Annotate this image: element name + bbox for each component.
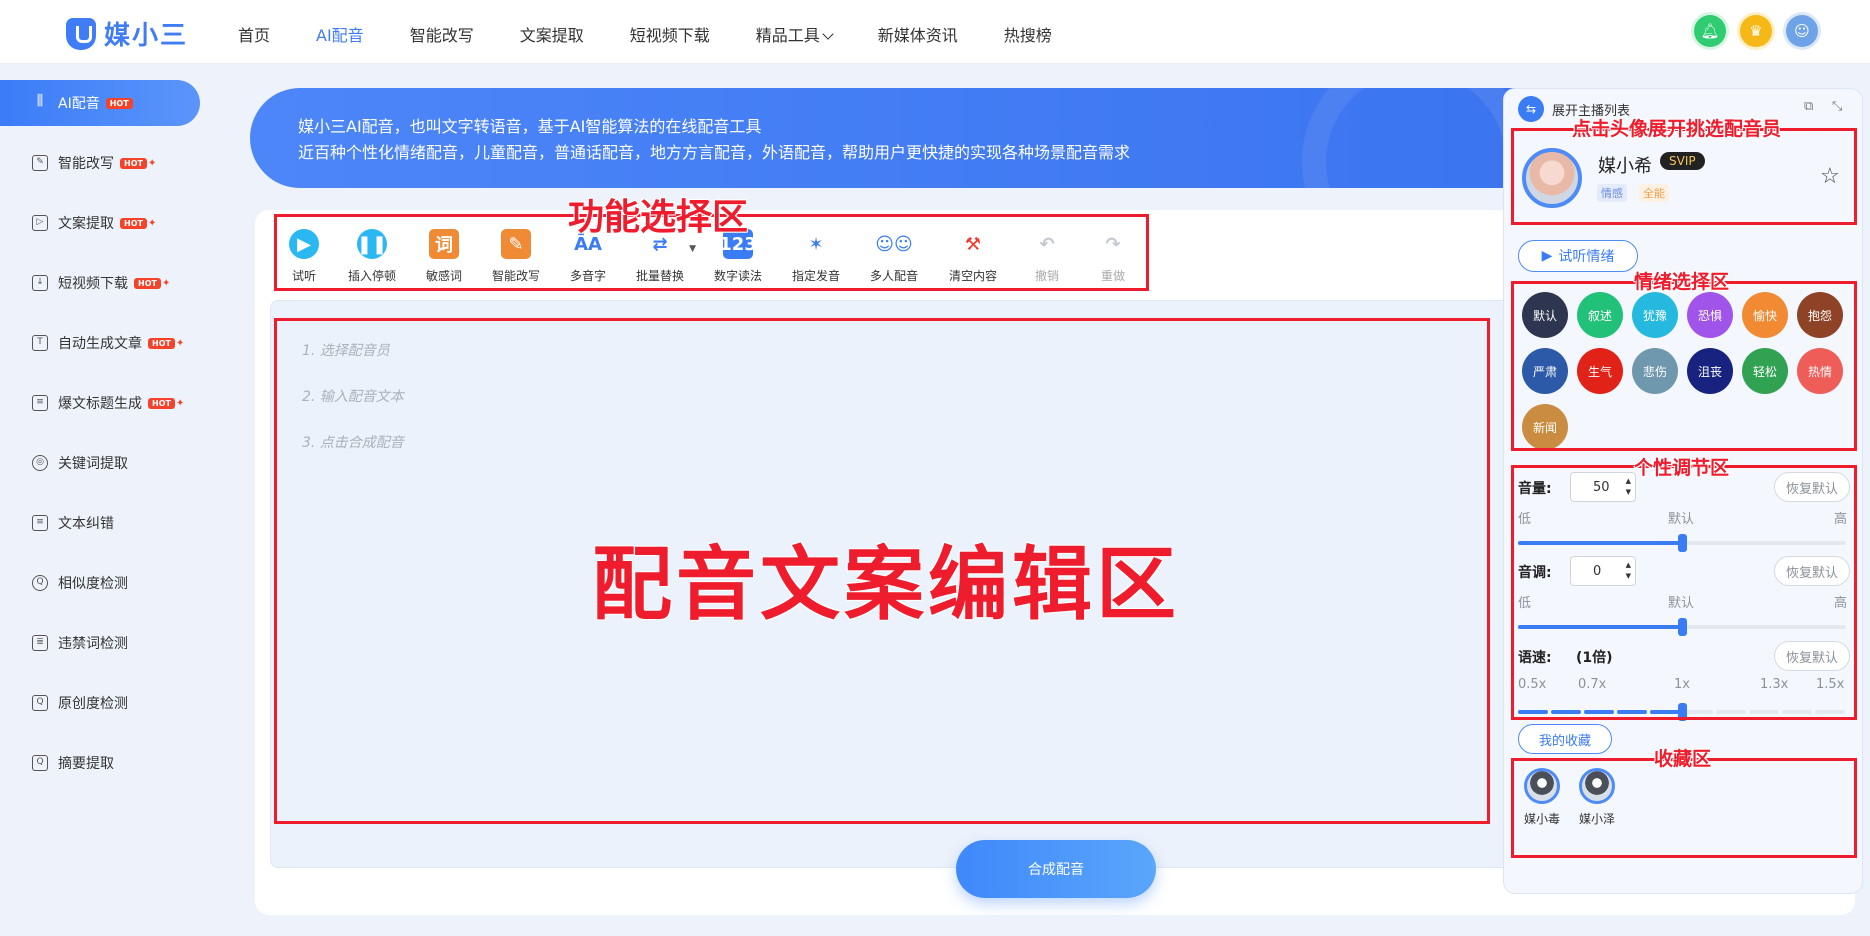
forbidden-icon: ≣ — [32, 635, 48, 651]
sidebar-item-smart-rewrite[interactable]: ✎ 智能改写 HOT ✦ — [0, 140, 210, 186]
sparkle-icon: ✦ — [175, 337, 185, 349]
main-nav: 首页 AI配音 智能改写 文案提取 短视频下载 精品工具 新媒体资讯 热搜榜 — [238, 22, 1098, 46]
annotation-editor-area: 配音文案编辑区 — [592, 538, 1180, 631]
logo-icon — [66, 17, 96, 50]
play-icon: ▶ — [1541, 248, 1553, 264]
sidebar-item-label: 违禁词检测 — [58, 636, 128, 652]
sidebar-item-label: 相似度检测 — [58, 576, 128, 592]
sparkle-icon: ✦ — [147, 217, 157, 229]
annotation-emotion-frame — [1511, 281, 1857, 451]
sidebar-item-label: 爆文标题生成 — [58, 396, 142, 412]
trial-emotion-label: 试听情绪 — [1558, 249, 1615, 265]
banner-line-1: 媒小三AI配音，也叫文字转语音，基于AI智能算法的在线配音工具 — [298, 117, 762, 136]
sidebar-item-title-generator[interactable]: ≡ 爆文标题生成 HOT ✦ — [0, 380, 210, 426]
nav-home[interactable]: 首页 — [238, 22, 270, 46]
sidebar-item-copy-extract[interactable]: ▷ 文案提取 HOT ✦ — [0, 200, 210, 246]
nav-media-news[interactable]: 新媒体资讯 — [878, 22, 958, 46]
video-icon: ▷ — [32, 215, 48, 231]
sidebar-item-label: 文案提取 — [58, 216, 114, 232]
trial-emotion-button[interactable]: ▶ 试听情绪 — [1518, 240, 1638, 272]
bug-icon: ≡ — [32, 515, 48, 531]
annotation-function-area: 功能选择区 — [568, 197, 749, 238]
sidebar-item-similarity-check[interactable]: Q 相似度检测 — [0, 560, 210, 606]
nav-copy-extract[interactable]: 文案提取 — [520, 22, 584, 46]
bell-icon[interactable]: 🔔︎ — [1694, 15, 1726, 47]
annotation-speaker-frame — [1511, 128, 1857, 225]
hot-badge: HOT — [134, 277, 161, 289]
hot-badge: HOT — [105, 97, 133, 109]
user-avatar[interactable]: ☺ — [1786, 15, 1818, 47]
doc-search-icon: Q — [32, 755, 48, 771]
annotation-favorites-frame — [1511, 758, 1857, 858]
sidebar-item-forbidden-words[interactable]: ≣ 违禁词检测 — [0, 620, 210, 666]
top-navigation-bar: 媒小三 首页 AI配音 智能改写 文案提取 短视频下载 精品工具 新媒体资讯 热… — [0, 0, 1870, 64]
annotation-emotion-area: 情绪选择区 — [1634, 271, 1730, 293]
nav-hot-search[interactable]: 热搜榜 — [1004, 22, 1052, 46]
sparkle-icon: ✦ — [147, 157, 157, 169]
hot-badge: HOT — [148, 397, 175, 409]
sparkle-icon: ✦ — [175, 397, 185, 409]
collapse-icon[interactable]: ⤡ — [1832, 99, 1842, 114]
annotation-favorites-area: 收藏区 — [1654, 748, 1712, 770]
swap-icon: ⇆ — [1518, 96, 1544, 122]
sidebar-item-summary-extract[interactable]: Q 摘要提取 — [0, 740, 210, 786]
sidebar-item-label: 关键词提取 — [58, 456, 128, 472]
sidebar-item-video-download[interactable]: ↓ 短视频下载 HOT ✦ — [0, 260, 210, 306]
nav-premium-tools[interactable]: 精品工具 — [755, 22, 834, 46]
sidebar-item-label: 短视频下载 — [58, 276, 128, 292]
intro-banner: 媒小三AI配音，也叫文字转语音，基于AI智能算法的在线配音工具 近百种个性化情绪… — [250, 88, 1540, 188]
annotation-adjust-area: 个性调节区 — [1634, 457, 1730, 479]
sidebar-item-keyword-extract[interactable]: ◎ 关键词提取 — [0, 440, 210, 486]
annotation-adjust-frame — [1511, 465, 1857, 720]
sidebar-item-label: 智能改写 — [58, 156, 114, 172]
sidebar-item-auto-article[interactable]: T 自动生成文章 HOT ✦ — [0, 320, 210, 366]
nav-ai-dubbing[interactable]: AI配音 — [316, 22, 364, 46]
waveform-icon: ⫼ — [36, 93, 44, 109]
popout-icon[interactable]: ⧉ — [1804, 99, 1813, 114]
sidebar-item-text-correction[interactable]: ≡ 文本纠错 — [0, 500, 210, 546]
sidebar-item-label: 文本纠错 — [58, 516, 114, 532]
banner-line-2: 近百种个性化情绪配音，儿童配音，普通话配音，地方方言配音，外语配音，帮助用户更快… — [298, 143, 1131, 162]
sparkle-icon: ✦ — [161, 277, 171, 289]
synthesize-button[interactable]: 合成配音 — [956, 840, 1156, 898]
my-favorites-button[interactable]: 我的收藏 — [1518, 724, 1612, 754]
cloud-download-icon: ↓ — [32, 275, 48, 291]
sidebar-item-label: 自动生成文章 — [58, 336, 142, 352]
doc-search-icon: Q — [32, 695, 48, 711]
sidebar-item-ai-dubbing[interactable]: ⫼ AI配音 HOT — [0, 80, 200, 126]
sidebar-item-originality-check[interactable]: Q 原创度检测 — [0, 680, 210, 726]
nav-premium-tools-label: 精品工具 — [755, 26, 820, 45]
search-icon: Q — [32, 575, 48, 591]
hot-badge: HOT — [148, 337, 175, 349]
title-icon: ≡ — [32, 395, 48, 411]
target-icon: ◎ — [32, 455, 48, 471]
edit-icon: ✎ — [32, 155, 48, 171]
sidebar: ⫼ AI配音 HOT ✎ 智能改写 HOT ✦ ▷ 文案提取 HOT ✦ ↓ 短视频… — [0, 80, 210, 800]
chevron-down-icon — [822, 28, 834, 40]
sidebar-item-label: 原创度检测 — [58, 696, 128, 712]
crown-icon[interactable]: ♛ — [1740, 15, 1772, 47]
logo-text: 媒小三 — [104, 21, 189, 51]
nav-smart-rewrite[interactable]: 智能改写 — [410, 22, 474, 46]
text-icon: T — [32, 335, 48, 351]
annotation-speaker-hint: 点击头像展开挑选配音员 — [1572, 118, 1782, 140]
hot-badge: HOT — [120, 157, 147, 169]
nav-video-download[interactable]: 短视频下载 — [630, 22, 710, 46]
sidebar-item-label: 摘要提取 — [58, 756, 114, 772]
site-logo[interactable]: 媒小三 — [66, 15, 188, 52]
hot-badge: HOT — [120, 217, 147, 229]
sidebar-item-label: AI配音 — [58, 96, 100, 112]
